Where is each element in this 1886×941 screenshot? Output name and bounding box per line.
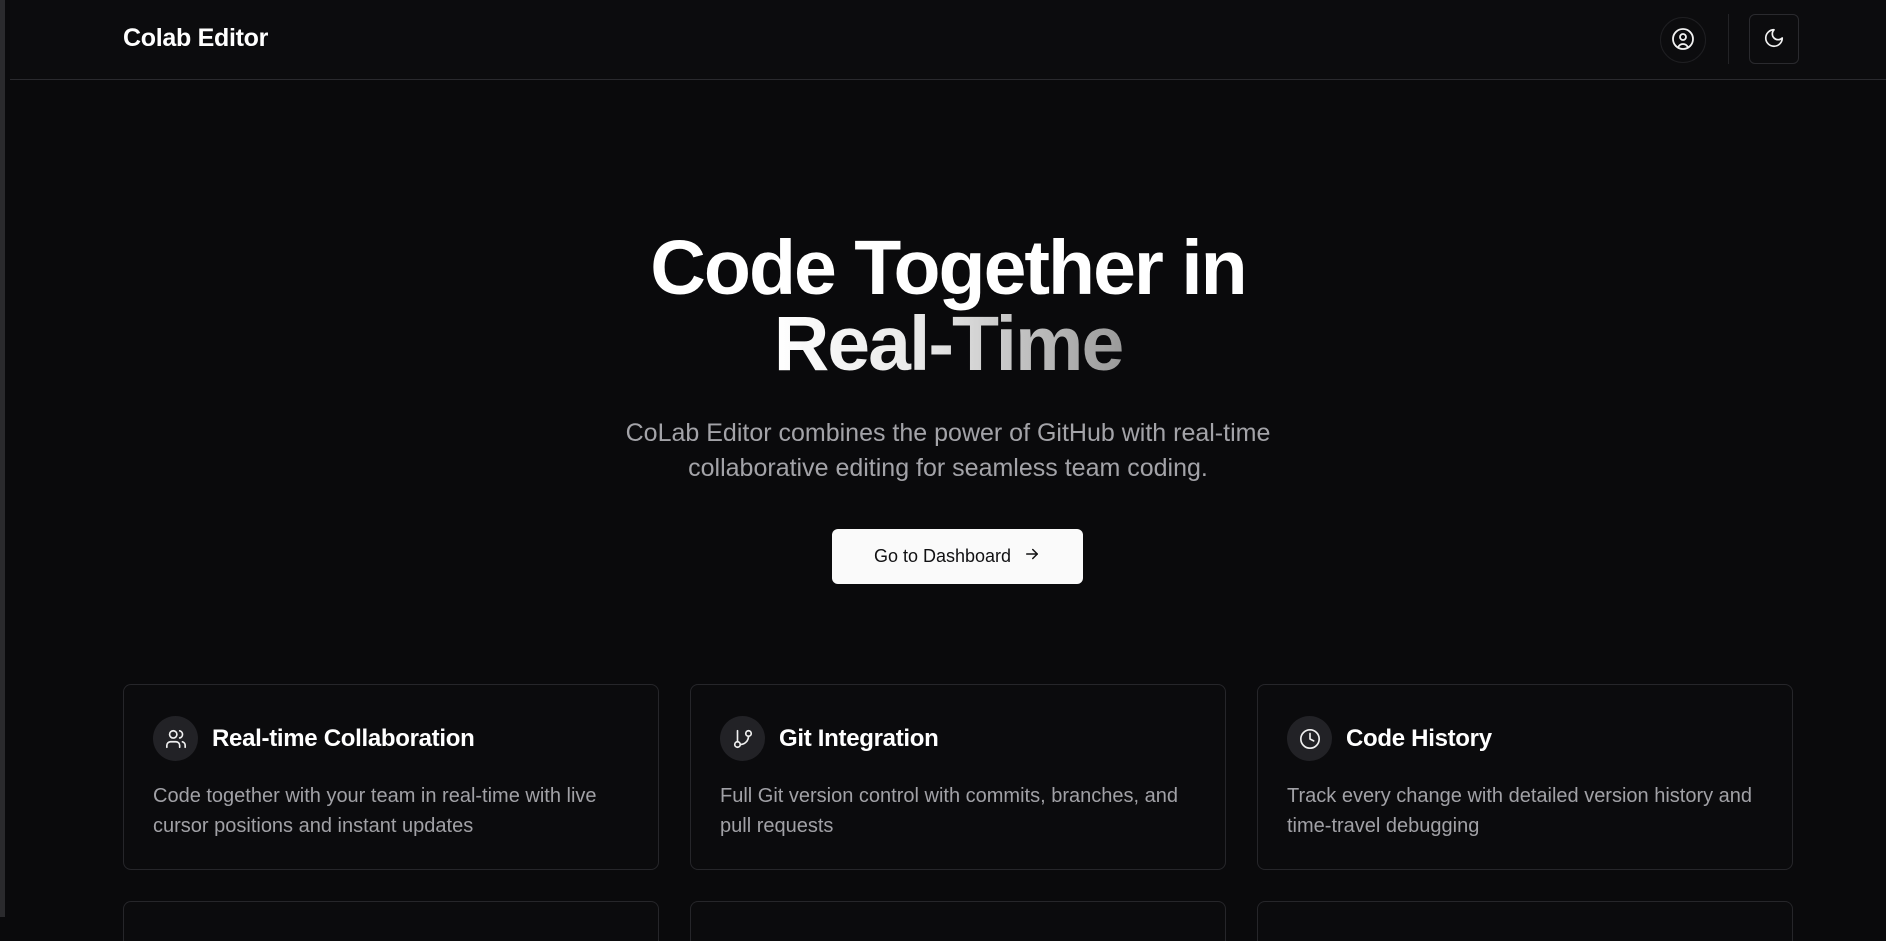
- header-divider: [1728, 14, 1729, 64]
- profile-button[interactable]: [1660, 17, 1706, 63]
- feature-card-next-row: [690, 901, 1226, 941]
- arrow-right-icon: [1023, 545, 1041, 568]
- feature-card-git: Git Integration Full Git version control…: [690, 684, 1226, 870]
- feature-description: Code together with your team in real-tim…: [153, 785, 597, 837]
- go-to-dashboard-button[interactable]: Go to Dashboard: [832, 529, 1083, 584]
- feature-title: Code History: [1346, 724, 1492, 752]
- top-nav: Colab Editor: [10, 0, 1886, 80]
- feature-card-collaboration: Real-time Collaboration Code together wi…: [123, 684, 659, 870]
- feature-card-history: Code History Track every change with det…: [1257, 684, 1793, 870]
- feature-card-next-row: [123, 901, 659, 941]
- feature-description: Track every change with detailed version…: [1287, 785, 1753, 837]
- hero-title-line2: Real-Time: [773, 301, 1125, 387]
- moon-icon: [1763, 27, 1785, 52]
- feature-description: Full Git version control with commits, b…: [720, 785, 1178, 837]
- cta-label: Go to Dashboard: [873, 546, 1012, 566]
- feature-card-next-row: [1257, 901, 1793, 941]
- user-circle-icon: [1671, 27, 1695, 54]
- hero-section: Code Together in Real-Time CoLab Editor …: [5, 230, 1886, 486]
- app-window: Colab Editor Code Together in Real-Time: [0, 0, 1886, 941]
- hero-title-line1: Code Together in: [650, 225, 1247, 311]
- hero-subtitle: CoLab Editor combines the power of GitHu…: [625, 419, 1271, 482]
- theme-toggle-button[interactable]: [1749, 14, 1799, 64]
- git-branch-icon: [720, 716, 765, 761]
- clock-icon: [1287, 716, 1332, 761]
- users-icon: [153, 716, 198, 761]
- hero-title: Code Together in Real-Time: [5, 230, 1886, 387]
- feature-title: Real-time Collaboration: [212, 724, 475, 752]
- feature-title: Git Integration: [779, 724, 939, 752]
- brand-logo-text[interactable]: Colab Editor: [123, 24, 268, 53]
